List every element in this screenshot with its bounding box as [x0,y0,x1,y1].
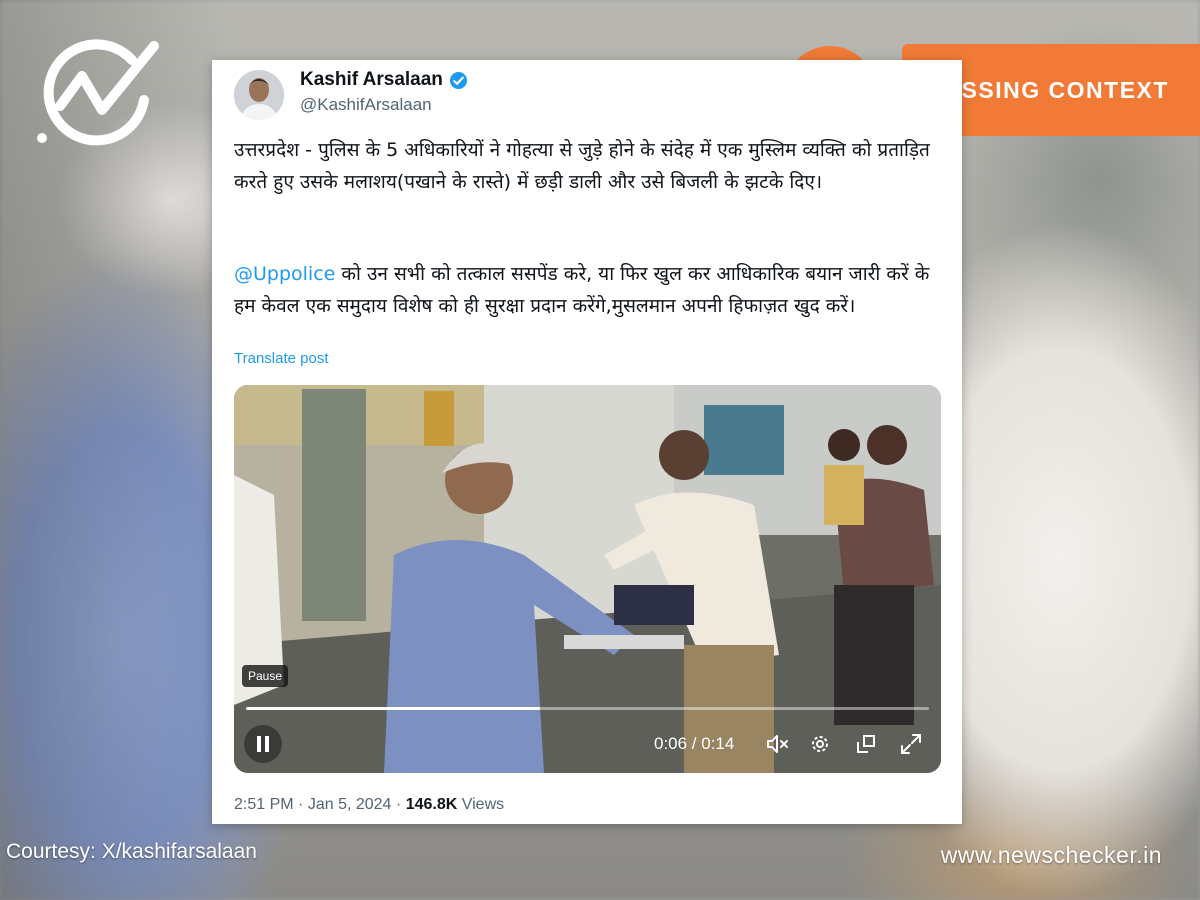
pause-tooltip: Pause [242,665,289,687]
newschecker-logo-icon [36,36,162,148]
translate-post-link[interactable]: Translate post [234,350,329,367]
fullscreen-button[interactable] [898,731,924,757]
pause-button[interactable] [244,725,282,763]
meta-separator: · [395,796,402,813]
popout-icon [857,735,875,753]
video-progress-fill [246,707,540,710]
website-url[interactable]: www.newschecker.in [941,842,1162,869]
tweet-text-paragraph2-rest: को उन सभी को तत्काल ससपेंड करे, या फिर ख… [234,263,930,317]
settings-icon [812,736,828,752]
author-name[interactable]: Kashif Arsalaan [300,69,468,91]
tweet-text-paragraph1: उत्तरप्रदेश - पुलिस के 5 अधिकारियों ने ग… [234,139,936,193]
pause-icon [257,736,269,752]
tweet-text-paragraph2: @Uppolice को उन सभी को तत्काल ससपेंड करे… [234,258,944,322]
meta-separator: · [298,796,304,813]
tweet-time[interactable]: 2:51 PM [234,796,294,813]
avatar[interactable] [234,70,284,120]
video-frame [234,385,941,773]
author-handle[interactable]: @KashifArsalaan [300,95,432,115]
mute-icon [767,735,788,753]
views-count: 146.8K [405,796,458,813]
mention-link[interactable]: @Uppolice [234,263,335,285]
video-progress-bar[interactable] [246,707,929,710]
video-player[interactable]: Pause 0:06 / 0:14 [234,385,941,773]
fullscreen-icon [901,734,921,754]
settings-button[interactable] [807,731,833,757]
tweet-card: Kashif Arsalaan @KashifArsalaan उत्तरप्र… [212,60,962,824]
tweet-meta: 2:51 PM · Jan 5, 2024 · 146.8K Views [234,796,504,814]
mute-button[interactable] [764,731,790,757]
popout-button[interactable] [853,731,879,757]
author-name-label: Kashif Arsalaan [300,69,443,90]
tweet-date[interactable]: Jan 5, 2024 [308,796,392,813]
verified-badge-icon [449,71,468,90]
courtesy-caption: Courtesy: X/kashifarsalaan [6,840,257,863]
video-controls: 0:06 / 0:14 [234,723,941,767]
views-label: Views [461,796,505,813]
video-time: 0:06 / 0:14 [654,734,735,753]
